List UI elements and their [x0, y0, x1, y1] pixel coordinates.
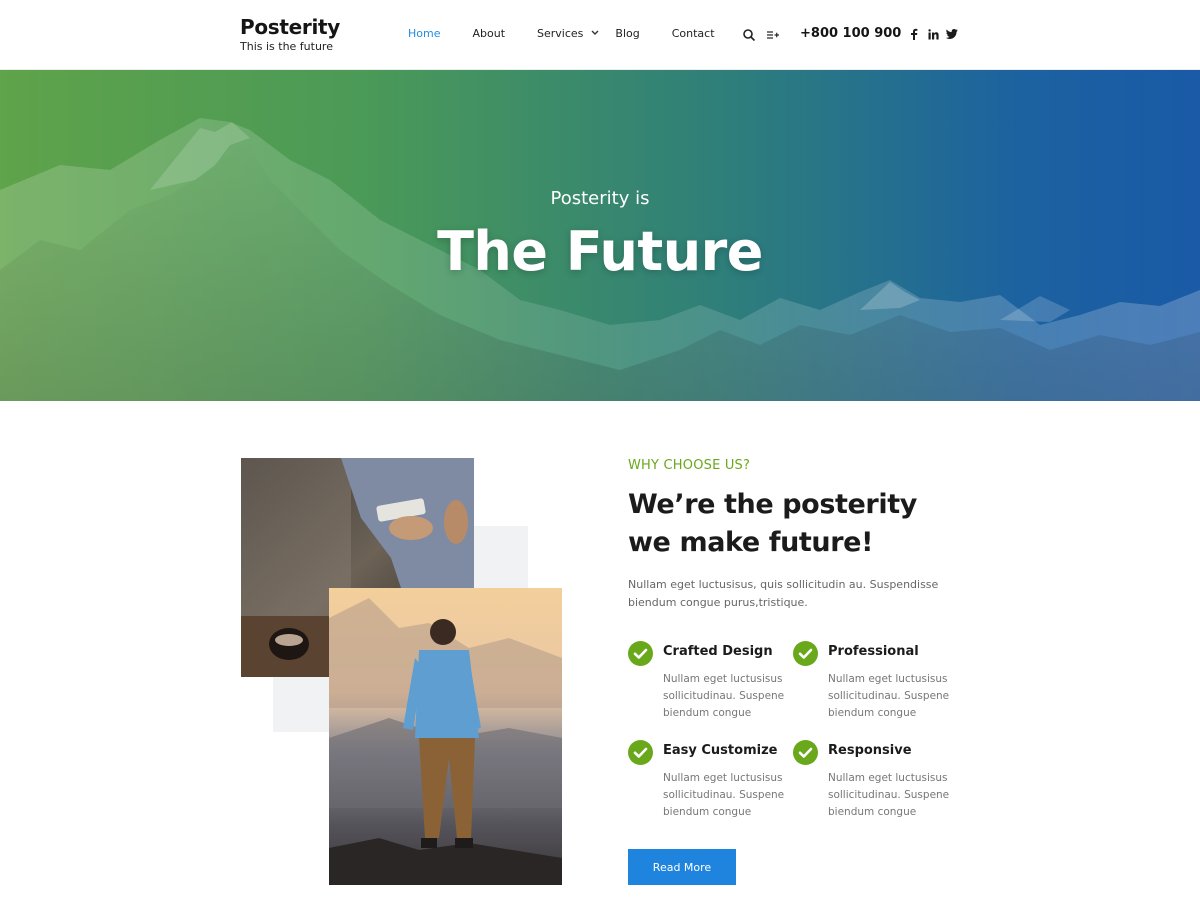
section-intro: Nullam eget luctusisus, quis sollicitudi… — [628, 578, 939, 609]
linkedin-icon[interactable] — [927, 28, 939, 40]
menu-plus-icon[interactable] — [766, 27, 780, 41]
hero-title: The Future — [437, 220, 763, 283]
check-icon — [628, 641, 653, 666]
section-eyebrow: WHY CHOOSE US? — [628, 458, 751, 473]
nav-item-home[interactable]: Home — [408, 27, 440, 40]
search-icon[interactable] — [742, 27, 756, 41]
facebook-icon[interactable] — [908, 28, 920, 40]
twitter-icon[interactable] — [946, 28, 958, 40]
check-icon — [793, 641, 818, 666]
hero-subtitle: Posterity is — [550, 188, 650, 209]
nav-item-services[interactable]: Services — [537, 27, 599, 40]
site-header: Posterity This is the future Home About … — [0, 0, 1200, 70]
section-heading-line1: We’re the posterity — [628, 489, 917, 520]
feature-title: Easy Customize — [663, 743, 778, 758]
brand-tagline: This is the future — [240, 40, 333, 53]
feature-desc: Nullam eget luctusisus sollicitudinau. S… — [828, 772, 950, 818]
feature-title: Crafted Design — [663, 644, 773, 659]
social-links — [908, 28, 965, 40]
feature-desc: Nullam eget luctusisus sollicitudinau. S… — [828, 673, 950, 719]
feature-desc: Nullam eget luctusisus sollicitudinau. S… — [663, 772, 785, 818]
nav-item-blog[interactable]: Blog — [615, 27, 639, 40]
main-nav: Home About Services Blog Contact — [408, 27, 747, 40]
man-on-mountain-photo — [329, 588, 562, 885]
brand-title: Posterity — [240, 15, 341, 39]
check-icon — [628, 740, 653, 765]
read-more-button[interactable]: Read More — [628, 849, 736, 885]
nav-item-about[interactable]: About — [472, 27, 505, 40]
decorative-box-bottom — [273, 677, 329, 732]
site-logo[interactable]: Posterity This is the future — [240, 16, 340, 53]
chevron-down-icon — [591, 29, 599, 39]
section-heading: We’re the posterity we make future! — [628, 486, 948, 562]
section-heading-line2: we make future! — [628, 527, 873, 558]
phone-number[interactable]: +800 100 900 — [800, 26, 901, 41]
decorative-box-top — [474, 526, 528, 588]
hero-banner: Posterity is The Future — [0, 70, 1200, 401]
feature-title: Responsive — [828, 743, 912, 758]
check-icon — [793, 740, 818, 765]
header-tools: +800 100 900 — [742, 26, 901, 41]
feature-title: Professional — [828, 644, 919, 659]
nav-item-services-label: Services — [537, 27, 584, 40]
feature-desc: Nullam eget luctusisus sollicitudinau. S… — [663, 673, 785, 719]
nav-item-contact[interactable]: Contact — [672, 27, 715, 40]
